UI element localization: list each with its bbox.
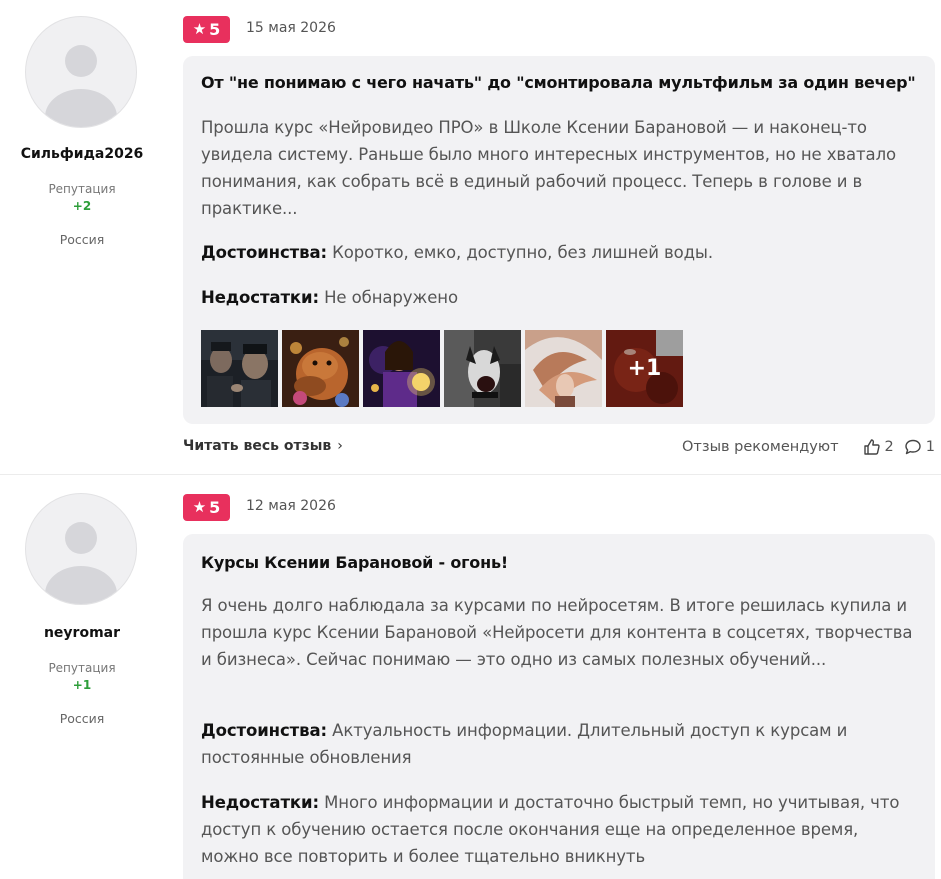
rating-value: 5 xyxy=(209,20,221,39)
thumbs-up-icon xyxy=(863,439,880,455)
photo-thumbnail[interactable] xyxy=(444,330,521,407)
review-cons: Недостатки: Много информации и достаточн… xyxy=(201,789,917,870)
pros-text: Коротко, емко, доступно, без лишней воды… xyxy=(332,243,713,262)
like-button[interactable]: 2 xyxy=(863,438,894,456)
pros-label: Достоинства: xyxy=(201,243,327,262)
review-title[interactable]: От "не понимаю с чего начать" до "смонти… xyxy=(201,73,916,92)
review-item: neyromar Репутация +1 Россия ★ 5 12 мая … xyxy=(0,475,941,879)
comment-count: 1 xyxy=(925,439,935,455)
photo-thumbnail[interactable] xyxy=(525,330,602,407)
author-country: Россия xyxy=(59,232,105,247)
reputation-value: +1 xyxy=(72,678,92,692)
rating-badge: ★ 5 xyxy=(183,494,230,521)
review-pros: Достоинства: Актуальность информации. Дл… xyxy=(201,717,917,771)
cons-text: Не обнаружено xyxy=(324,288,458,307)
photo-thumbnail-more[interactable]: +1 xyxy=(606,330,683,407)
author-name[interactable]: Сильфида2026 xyxy=(0,146,164,162)
avatar[interactable] xyxy=(25,493,137,605)
reputation-label: Репутация xyxy=(48,182,116,196)
review-date: 12 мая 2026 xyxy=(246,498,336,514)
photo-thumbnail[interactable] xyxy=(201,330,278,407)
read-full-review-link[interactable]: Читать весь отзыв › xyxy=(183,438,343,454)
star-icon: ★ xyxy=(192,498,207,516)
chevron-right-icon: › xyxy=(337,438,343,454)
comment-button[interactable]: 1 xyxy=(904,438,935,456)
review-title[interactable]: Курсы Ксении Барановой - огонь! xyxy=(201,553,508,572)
author-name[interactable]: neyromar xyxy=(0,625,164,641)
avatar[interactable] xyxy=(25,16,137,128)
photo-thumbnail[interactable] xyxy=(282,330,359,407)
cons-label: Недостатки: xyxy=(201,288,319,307)
review-body: Прошла курс «Нейровидео ПРО» в Школе Ксе… xyxy=(201,118,897,218)
review-pros: Достоинства: Коротко, емко, доступно, бе… xyxy=(201,239,917,266)
reputation-label: Репутация xyxy=(48,661,116,675)
review-card: От "не понимаю с чего начать" до "смонти… xyxy=(183,56,935,424)
review-cons: Недостатки: Не обнаружено xyxy=(201,284,917,311)
reputation-value: +2 xyxy=(72,199,92,213)
pros-label: Достоинства: xyxy=(201,721,327,740)
review-body: Я очень долго наблюдала за курсами по не… xyxy=(201,596,913,669)
default-avatar-icon xyxy=(45,45,117,127)
read-more-label: Читать весь отзыв xyxy=(183,438,332,454)
default-avatar-icon xyxy=(45,522,117,604)
rating-value: 5 xyxy=(209,498,221,517)
comment-icon xyxy=(905,439,921,455)
more-photos-count: +1 xyxy=(606,330,683,407)
recommend-label: Отзыв рекомендуют xyxy=(682,439,839,455)
review-card: Курсы Ксении Барановой - огонь! Я очень … xyxy=(183,534,935,879)
like-count: 2 xyxy=(884,439,894,455)
cons-label: Недостатки: xyxy=(201,793,319,812)
author-country: Россия xyxy=(59,711,105,726)
rating-badge: ★ 5 xyxy=(183,16,230,43)
review-date: 15 мая 2026 xyxy=(246,20,336,36)
photo-thumbnail[interactable] xyxy=(363,330,440,407)
star-icon: ★ xyxy=(192,20,207,38)
photo-gallery: +1 xyxy=(201,330,683,407)
review-footer-actions: Отзыв рекомендуют 2 1 xyxy=(682,438,935,456)
review-item: Сильфида2026 Репутация +2 Россия ★ 5 15 … xyxy=(0,0,941,475)
